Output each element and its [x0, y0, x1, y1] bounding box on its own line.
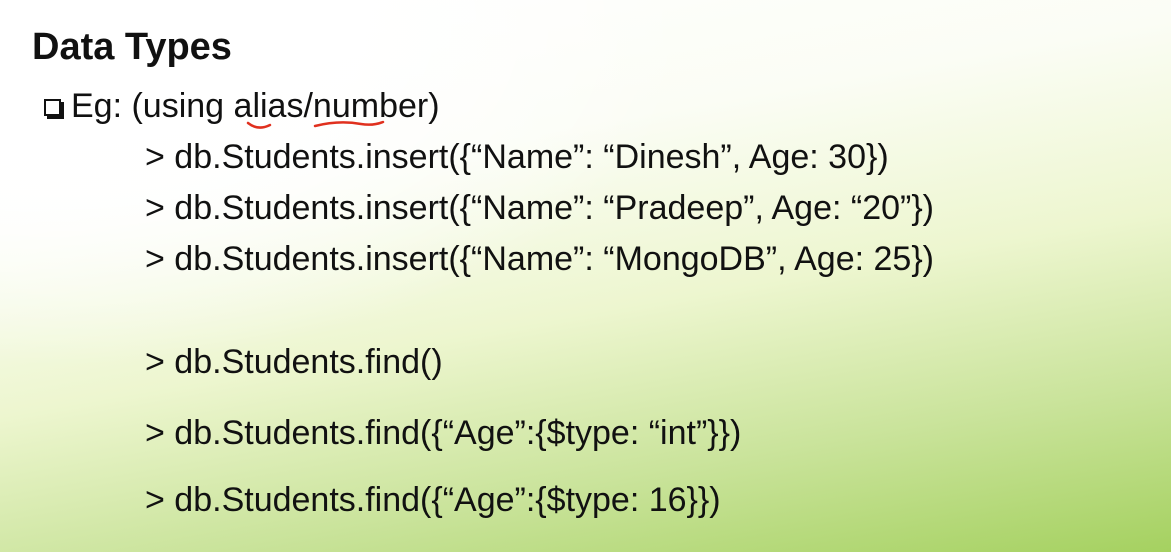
alias-underline-annotation: [246, 121, 271, 129]
bullet-prefix: Eg: (using: [71, 87, 234, 125]
code-line-find-all: > db.Students.find(): [145, 343, 443, 381]
alias-word: alias: [234, 84, 303, 129]
code-line-find-type-int: > db.Students.find({“Age”:{$type: “int”}…: [145, 414, 742, 452]
number-underline-annotation: [313, 120, 385, 128]
slide-title: Data Types: [32, 26, 232, 68]
code-line-find-type-16: > db.Students.find({“Age”:{$type: 16}}): [145, 481, 721, 519]
slide: Data Types Eg: (using alias / number ) >…: [0, 0, 1171, 552]
bullet-suffix: ): [428, 87, 440, 125]
square-bullet-icon: [44, 98, 61, 116]
code-line-insert-dinesh: > db.Students.insert({“Name”: “Dinesh”, …: [145, 138, 889, 176]
bullet-example-line: Eg: (using alias / number ): [44, 84, 440, 129]
code-line-insert-pradeep: > db.Students.insert({“Name”: “Pradeep”,…: [145, 189, 935, 227]
number-word: number: [313, 84, 428, 128]
code-line-insert-mongodb: > db.Students.insert({“Name”: “MongoDB”,…: [145, 240, 935, 278]
